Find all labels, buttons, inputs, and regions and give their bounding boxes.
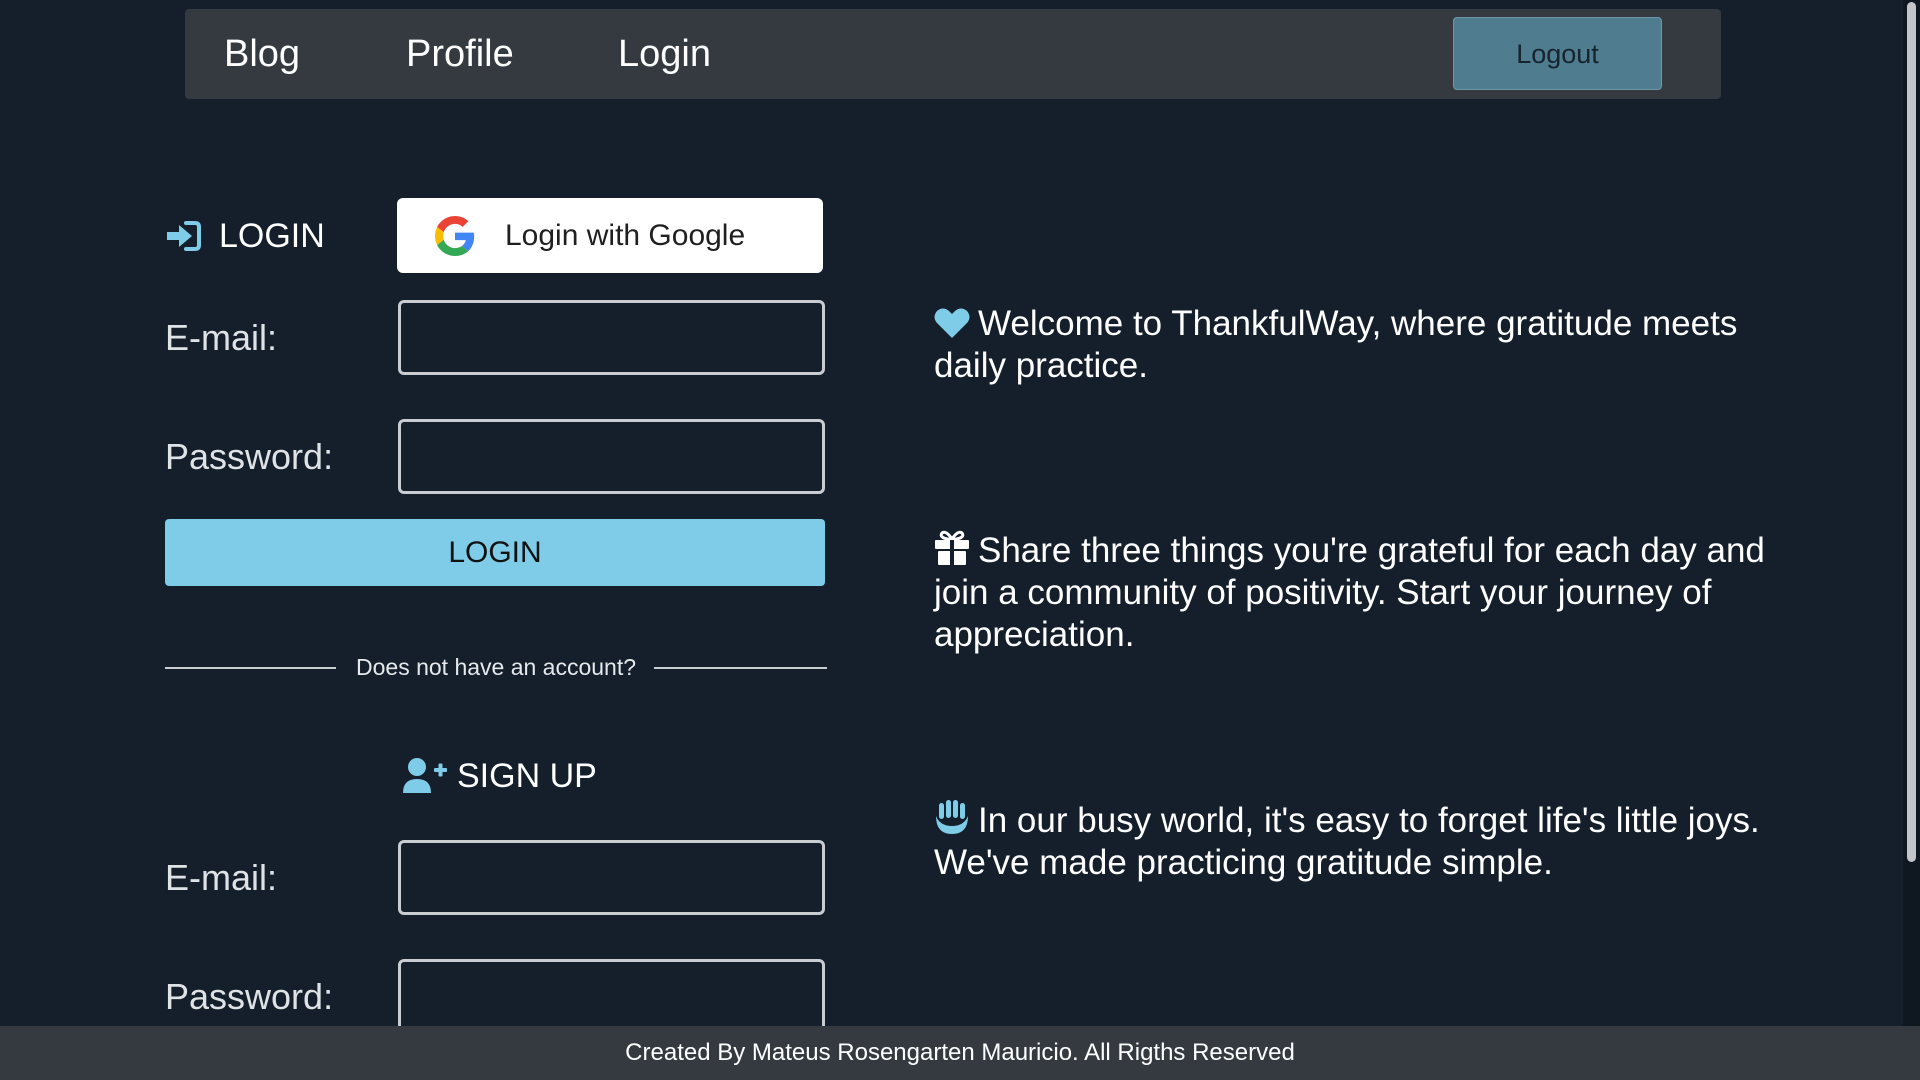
- google-login-button[interactable]: Login with Google: [397, 198, 823, 273]
- gift-icon: [935, 530, 969, 565]
- heart-icon: [934, 308, 970, 338]
- hands-icon: [936, 800, 968, 834]
- info-share-text: Share three things you're grateful for e…: [934, 531, 1765, 654]
- signup-email-label: E-mail:: [165, 857, 278, 898]
- info-welcome-text: Welcome to ThankfulWay, where gratitude …: [934, 304, 1738, 385]
- signup-password-input[interactable]: [398, 959, 825, 1034]
- user-plus-icon: [403, 758, 447, 793]
- footer: Created By Mateus Rosengarten Mauricio. …: [0, 1026, 1920, 1080]
- login-heading-text: LOGIN: [219, 216, 325, 255]
- info-joys: In our busy world, it's easy to forget l…: [934, 800, 1794, 884]
- login-email-input[interactable]: [398, 300, 825, 375]
- login-password-input[interactable]: [398, 419, 825, 494]
- page-scrollbar[interactable]: [1903, 0, 1920, 1026]
- login-heading: LOGIN: [165, 216, 325, 256]
- login-password-label: Password:: [165, 436, 334, 477]
- info-joys-text: In our busy world, it's easy to forget l…: [934, 801, 1760, 882]
- login-email-label: E-mail:: [165, 317, 278, 358]
- logout-button[interactable]: Logout: [1453, 17, 1662, 90]
- signup-password-label: Password:: [165, 976, 334, 1017]
- divider-line-right: [654, 667, 827, 669]
- nav-link-blog[interactable]: Blog: [224, 35, 300, 73]
- signup-heading-text: SIGN UP: [457, 756, 597, 795]
- nav-link-login[interactable]: Login: [618, 35, 711, 73]
- footer-text: Created By Mateus Rosengarten Mauricio. …: [625, 1039, 1295, 1066]
- google-login-label: Login with Google: [505, 218, 746, 252]
- scrollbar-thumb[interactable]: [1907, 2, 1916, 862]
- info-share: Share three things you're grateful for e…: [934, 530, 1794, 656]
- login-submit-button[interactable]: LOGIN: [165, 519, 825, 586]
- navbar: Blog Profile Login Logout: [185, 9, 1721, 99]
- signup-heading: SIGN UP: [403, 756, 597, 796]
- no-account-text: Does not have an account?: [356, 654, 637, 680]
- divider-line-left: [165, 667, 336, 669]
- nav-link-profile[interactable]: Profile: [406, 35, 514, 73]
- info-welcome: Welcome to ThankfulWay, where gratitude …: [934, 303, 1794, 387]
- signup-email-input[interactable]: [398, 840, 825, 915]
- google-icon: [435, 215, 475, 256]
- sign-in-icon: [167, 221, 201, 251]
